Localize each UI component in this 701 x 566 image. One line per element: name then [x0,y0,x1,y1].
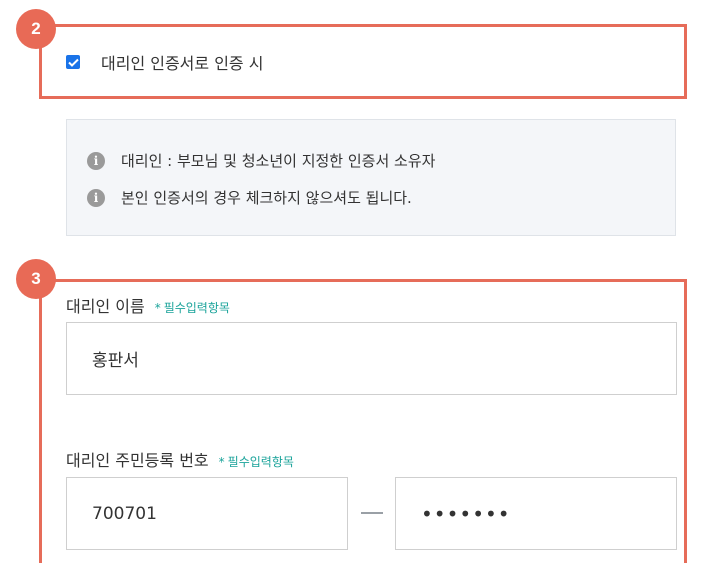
notice-item: i 대리인 : 부모님 및 청소년이 지정한 인증서 소유자 [87,150,435,171]
info-icon: i [87,188,105,207]
required-text: 필수입력항목 [227,455,294,469]
required-text: 필수입력항목 [163,301,230,315]
notice-text: 대리인 : 부모님 및 청소년이 지정한 인증서 소유자 [121,152,436,170]
checkmark-icon [67,58,79,67]
agent-rrn-back-input[interactable]: ••••••• [395,477,677,550]
notice-item: i 본인 인증서의 경우 체크하지 않으셔도 됩니다. [87,187,412,208]
info-icon: i [87,151,105,170]
agent-cert-checkbox-row[interactable]: 대리인 인증서로 인증 시 [66,50,263,74]
agent-name-label: 대리인 이름 * 필수입력항목 [66,293,230,317]
required-indicator: * 필수입력항목 [154,301,230,315]
agent-name-label-text: 대리인 이름 [66,297,145,316]
agent-name-input[interactable]: 홍판서 [66,322,677,395]
agent-rrn-front-input[interactable]: 700701 [66,477,348,550]
agent-rrn-label: 대리인 주민등록 번호 * 필수입력항목 [66,447,294,471]
agent-rrn-label-text: 대리인 주민등록 번호 [66,451,209,470]
rrn-separator [361,512,383,514]
step-badge-2: 2 [16,9,56,49]
notice-text: 본인 인증서의 경우 체크하지 않으셔도 됩니다. [121,189,412,207]
agent-cert-checkbox[interactable] [66,55,80,69]
agent-notice-box: i 대리인 : 부모님 및 청소년이 지정한 인증서 소유자 i 본인 인증서의… [66,119,676,236]
agent-cert-checkbox-label[interactable]: 대리인 인증서로 인증 시 [101,50,263,74]
required-indicator: * 필수입력항목 [218,455,294,469]
step-badge-3: 3 [16,259,56,299]
